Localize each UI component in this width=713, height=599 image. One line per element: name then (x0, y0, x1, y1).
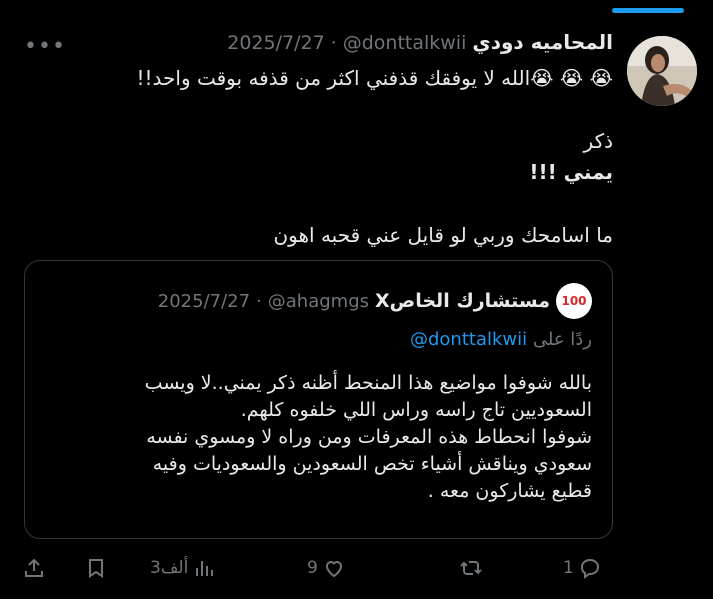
replying-to-mention[interactable]: @donttalkwii (410, 329, 527, 350)
reply-button[interactable]: 1 (563, 556, 602, 580)
author-handle[interactable]: @donttalkwii (343, 32, 467, 54)
views-icon (196, 561, 214, 576)
tweet-date[interactable]: 2025/7/27 (227, 32, 324, 54)
like-icon (325, 561, 342, 578)
quoted-tweet[interactable]: 100 مستشارك الخاصX @ahagmgs · 2025/7/27 … (24, 260, 613, 539)
quoted-text-line: قطيع يشاركون معه . (427, 480, 592, 502)
more-options-icon[interactable]: ••• (24, 34, 66, 59)
replying-to: ردًا على @donttalkwii (410, 329, 592, 350)
bookmark-button[interactable] (84, 556, 108, 580)
avatar-photo (627, 36, 697, 106)
like-button[interactable]: 9 (307, 556, 346, 580)
quoted-tweet-date[interactable]: 2025/7/27 (158, 291, 250, 312)
reply-count: 1 (563, 558, 574, 578)
quoted-meta-separator: · (256, 290, 262, 312)
meta-separator: · (330, 32, 337, 54)
author-avatar[interactable] (627, 36, 697, 106)
tweet-text-line: 😭 😭 😭الله لا يوفقك قذفني اكثر من قذفه بو… (136, 66, 613, 90)
top-tab-indicator (612, 8, 684, 13)
quoted-text-line: سعودي ويناقش أشياء تخص السعودين والسعودي… (152, 453, 592, 475)
like-count: 9 (307, 558, 318, 578)
repost-icon (460, 561, 482, 575)
share-button[interactable] (22, 556, 46, 580)
quoted-tweet-header: 100 مستشارك الخاصX @ahagmgs · 2025/7/27 (158, 283, 592, 319)
quoted-text-line: بالله شوفوا مواضيع هذا المنحط أظنه ذكر ي… (144, 372, 592, 394)
quoted-text-line: شوفوا انحطاط هذه المعرفات ومن وراه لا وم… (146, 426, 592, 448)
replying-to-label: ردًا على (532, 329, 592, 350)
views-button[interactable]: 3ألف (150, 556, 216, 580)
tweet-header: المحاميه دودي @donttalkwii · 2025/7/27 (227, 30, 613, 54)
repost-button[interactable] (455, 556, 483, 580)
quoted-author-display-name[interactable]: مستشارك الخاصX (375, 290, 550, 312)
share-icon (25, 558, 43, 577)
tweet-actions: 1 9 3ألف (0, 556, 713, 586)
bookmark-icon (89, 559, 103, 578)
tweet-text-line: ذكر (583, 129, 613, 153)
author-display-name[interactable]: المحاميه دودي (472, 30, 613, 54)
quoted-text-line: السعوديين تاج راسه وراس اللي خلفوه كلهم. (240, 399, 592, 421)
quoted-author-handle[interactable]: @ahagmgs (268, 291, 369, 312)
tweet-text-line: يمني !!! (529, 160, 613, 184)
quoted-tweet-body: بالله شوفوا مواضيع هذا المنحط أظنه ذكر ي… (47, 370, 592, 505)
quoted-author-avatar[interactable]: 100 (556, 283, 592, 319)
reply-icon (580, 558, 599, 579)
tweet-text-line: ما اسامحك وربي لو قايل عني قحبه اهون (273, 223, 613, 247)
views-count: 3ألف (150, 558, 189, 578)
